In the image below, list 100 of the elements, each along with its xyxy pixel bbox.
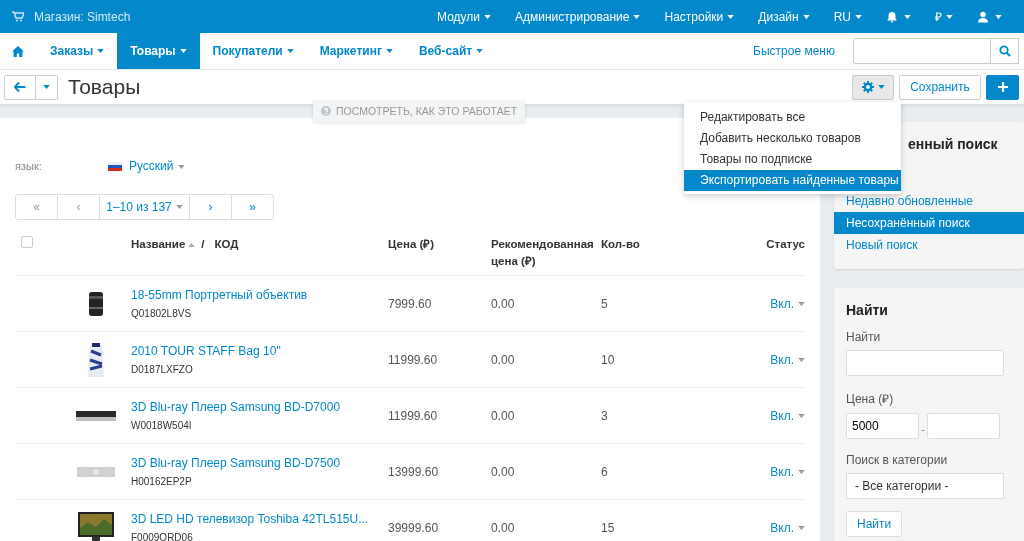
bell-icon[interactable] [886,10,898,23]
quantity-cell-text: 5 [601,296,609,311]
caret-icon [385,49,393,53]
price-cell-text: 0.00 [491,520,516,535]
caret-icon [43,85,50,89]
back-button[interactable] [4,74,36,100]
menu-item[interactable]: Экспортировать найденные товары [684,170,901,191]
saved-search-item[interactable]: Новый поиск [834,234,1024,256]
quantity-cell-text: 10 [601,352,616,367]
nav-tab[interactable]: Покупатели [199,33,307,69]
column-header[interactable]: КОД [214,236,239,253]
caret-icon[interactable] [855,14,862,19]
product-name-link[interactable]: 3D Blu-ray Плеер Samsung BD-D7500 [131,456,388,470]
column-header[interactable]: Статус [741,236,805,253]
caret-icon [177,164,185,169]
quick-menu-link[interactable]: Быстрое меню [753,44,835,58]
store-name[interactable]: Магазин: Simtech [34,9,131,24]
product-name-link[interactable]: 2010 TOUR STAFF Bag 10" [131,344,388,358]
caret-icon [798,414,805,419]
product-name-link[interactable]: 3D LED HD телевизор Toshiba 42TL515U... [131,512,388,526]
save-button[interactable]: Сохранить [899,74,981,100]
price-cell-text: 0.00 [491,352,516,367]
column-header[interactable]: Рекомендованная цена (₽) [491,236,601,270]
top-menu-item[interactable]: Администрирование [515,9,630,24]
menu-item[interactable]: Редактировать все [684,107,901,128]
status-dropdown[interactable]: Вкл. [770,520,805,535]
caret-icon[interactable] [727,14,735,19]
plus-icon [997,82,1008,92]
product-code: F0009ORD06 [131,532,194,541]
caret-icon[interactable] [633,14,641,19]
caret-icon [798,358,805,363]
status-dropdown[interactable]: Вкл. [770,352,805,367]
product-code: H00162EP2P [131,476,193,487]
input-field[interactable] [846,350,1004,376]
caret-icon[interactable] [946,14,953,19]
caret-icon[interactable] [995,14,1002,19]
pagination-button[interactable]: › [190,195,232,219]
price-cell-text: 0.00 [491,296,516,311]
pagination-button[interactable]: » [232,195,273,219]
nav-tab[interactable]: Веб-сайт [405,33,497,69]
add-button[interactable] [986,74,1019,100]
top-menu-item[interactable]: Настройки [664,9,724,24]
home-icon[interactable] [12,45,24,57]
top-menu-item[interactable]: Модули [437,9,481,24]
caret-icon[interactable] [484,14,492,19]
column-header[interactable]: Цена (₽) [388,236,491,253]
pagination-button[interactable]: ‹ [58,195,100,219]
find-button[interactable]: Найти [846,511,903,537]
status-dropdown[interactable]: Вкл. [770,296,805,311]
settings-button[interactable] [852,74,894,100]
top-menu-item[interactable]: Дизайн [758,9,799,24]
user-icon[interactable] [977,10,989,23]
price-cell-text: 11999.60 [388,408,439,423]
column-header[interactable]: Кол-во [601,236,741,253]
caret-icon [179,49,187,53]
status-dropdown[interactable]: Вкл. [770,408,805,423]
caret-icon [798,302,805,307]
help-button[interactable]: ПОСМОТРЕТЬ, КАК ЭТО РАБОТАЕТ [313,100,526,122]
search-field[interactable] [853,38,991,64]
range-separator: - [920,422,926,437]
caret-icon [877,85,885,89]
caret-icon [286,49,294,53]
caret-icon [476,49,484,53]
input-field[interactable] [927,413,1000,439]
caret-icon[interactable] [802,14,810,19]
currency-menu[interactable]: ₽ [935,8,942,25]
separator-text: / [201,237,205,252]
product-name-link[interactable]: 18-55mm Портретный объектив [131,288,388,302]
language-selector[interactable]: Русский [129,159,185,173]
page-title: Товары [68,75,141,99]
price-cell-text: 7999.60 [388,296,433,311]
product-name-link[interactable]: 3D Blu-ray Плеер Samsung BD-D7000 [131,400,388,414]
select-all-checkbox[interactable] [21,236,33,248]
field-label: Найти [846,330,882,344]
caret-icon[interactable] [904,14,911,19]
category-select[interactable]: - Все категории - [846,473,1004,499]
flag-icon [108,161,122,171]
price-cell-text: 0.00 [491,408,516,423]
quantity-cell-text: 6 [601,464,609,479]
status-dropdown[interactable]: Вкл. [770,464,805,479]
caret-icon [97,49,105,53]
pagination-button[interactable]: « [16,195,58,219]
nav-tab[interactable]: Товары [117,33,200,69]
saved-search-item[interactable]: Недавно обновленные [834,190,1024,212]
search-button[interactable] [991,38,1019,64]
menu-item[interactable]: Товары по подписке [684,149,901,170]
top-menu-item[interactable]: RU [833,9,851,24]
nav-tab[interactable]: Заказы [37,33,118,69]
menu-item[interactable]: Добавить несколько товаров [684,128,901,149]
caret-icon [798,526,805,531]
history-dropdown[interactable] [36,74,58,100]
panel-title: Найти [846,302,889,318]
sort-icon[interactable] [188,242,196,247]
nav-tab[interactable]: Маркетинг [306,33,406,69]
search-icon [998,45,1011,57]
input-field[interactable]: 5000 [846,413,919,439]
column-header[interactable]: Название [131,236,186,253]
saved-search-item[interactable]: Несохранённый поиск [834,212,1024,234]
language-label: язык: [15,160,43,172]
pagination-button[interactable]: 1–10 из 137 [100,195,190,219]
